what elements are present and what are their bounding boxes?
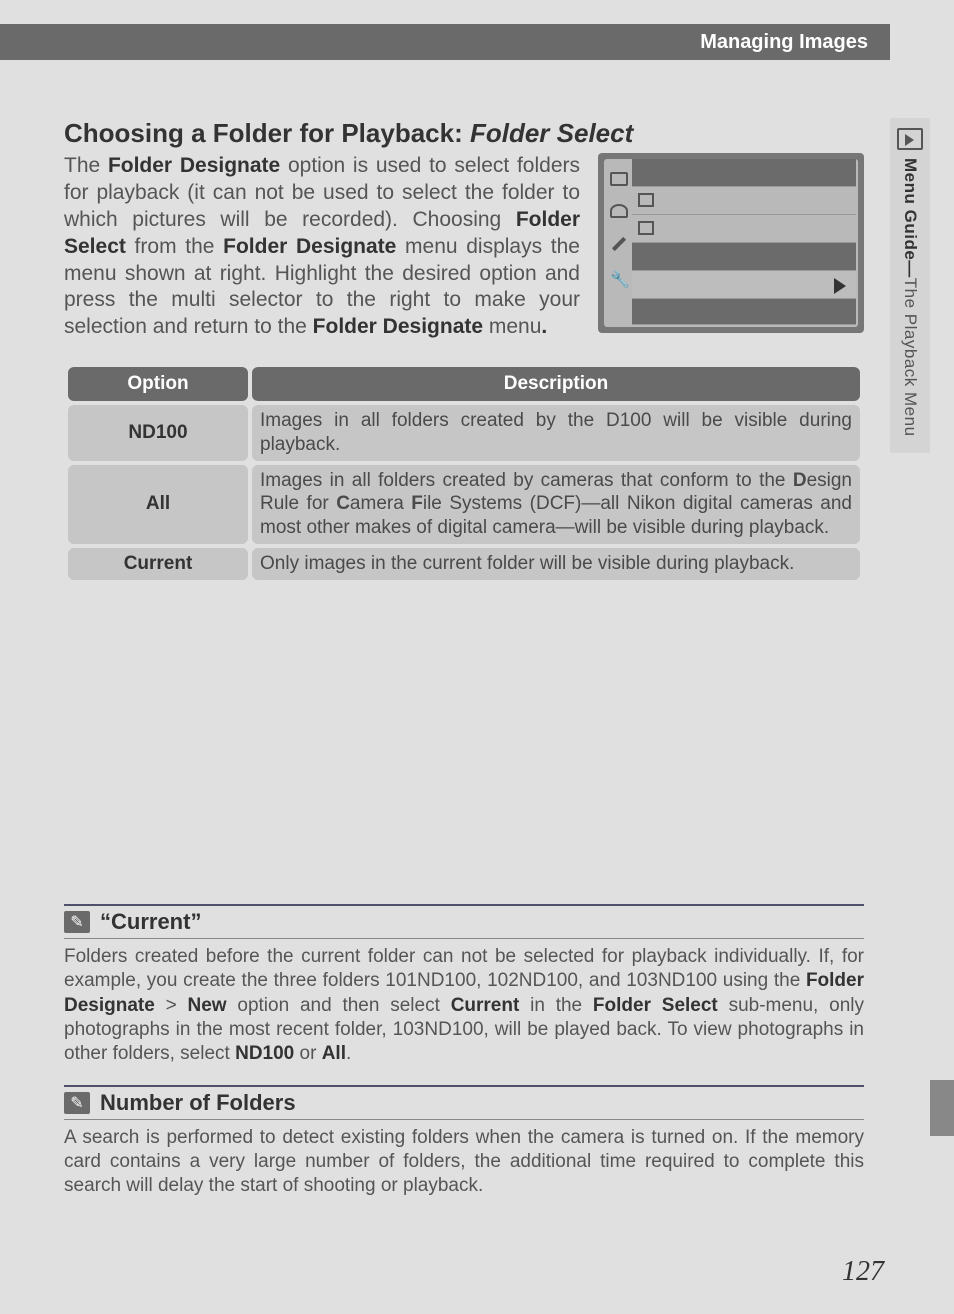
- option-cell: Current: [68, 548, 248, 580]
- pencil-icon: ✎: [64, 1092, 90, 1114]
- chevron-right-icon: [834, 278, 846, 294]
- note-current: ✎ “Current” Folders created before the c…: [64, 904, 864, 1067]
- notes-area: ✎ “Current” Folders created before the c…: [64, 886, 864, 1199]
- note-body: A search is performed to detect existing…: [64, 1120, 864, 1199]
- folder-icon: [638, 193, 654, 207]
- menu-item-selected: [632, 271, 856, 299]
- camera-menu-icon: [610, 204, 628, 218]
- col-option: Option: [68, 367, 248, 401]
- side-tab: Menu Guide—The Playback Menu: [890, 118, 930, 453]
- folder-open-icon: [638, 221, 654, 235]
- note-title: Number of Folders: [100, 1090, 296, 1116]
- playback-icon: [897, 128, 923, 150]
- menu-title-row: [632, 159, 856, 187]
- header-bar: Managing Images: [0, 24, 890, 60]
- option-cell: All: [68, 465, 248, 544]
- table-row: ND100 Images in all folders created by t…: [68, 405, 860, 461]
- pencil-icon: ✎: [64, 911, 90, 933]
- menu-item-row: [632, 215, 856, 243]
- camera-menu-screenshot: 🔧: [598, 153, 864, 333]
- desc-cell: Only images in the current folder will b…: [252, 548, 860, 580]
- playback-menu-icon: [610, 172, 628, 186]
- main-content: Choosing a Folder for Playback: Folder S…: [64, 118, 864, 584]
- note-title: “Current”: [100, 909, 201, 935]
- intro-paragraph: The Folder Designate option is used to s…: [64, 153, 580, 341]
- desc-cell: Images in all folders created by the D10…: [252, 405, 860, 461]
- breadcrumb: Managing Images: [700, 31, 890, 54]
- side-tab-label: Menu Guide—The Playback Menu: [900, 158, 920, 437]
- options-table: Option Description ND100 Images in all f…: [64, 363, 864, 584]
- option-cell: ND100: [68, 405, 248, 461]
- page-number: 127: [842, 1256, 884, 1288]
- menu-section-row: [632, 243, 856, 271]
- wrench-menu-icon: 🔧: [610, 270, 628, 284]
- note-folders: ✎ Number of Folders A search is performe…: [64, 1085, 864, 1199]
- col-description: Description: [252, 367, 860, 401]
- thumb-index-marker: [930, 1080, 954, 1136]
- note-body: Folders created before the current folde…: [64, 939, 864, 1067]
- menu-footer-row: [632, 299, 856, 325]
- menu-item-row: [632, 187, 856, 215]
- table-row: All Images in all folders created by cam…: [68, 465, 860, 544]
- table-row: Current Only images in the current folde…: [68, 548, 860, 580]
- section-heading: Choosing a Folder for Playback: Folder S…: [64, 118, 864, 149]
- pencil-menu-icon: [612, 237, 626, 251]
- desc-cell: Images in all folders created by cameras…: [252, 465, 860, 544]
